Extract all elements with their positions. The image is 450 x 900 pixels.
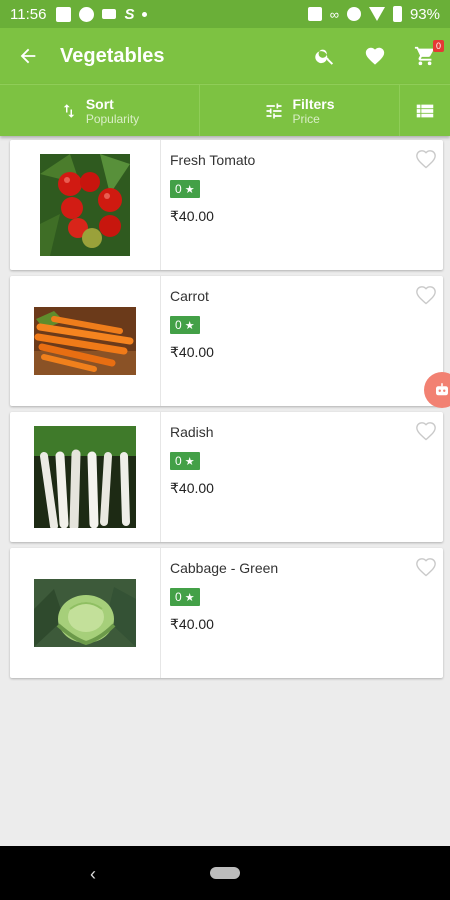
status-bar: 11:56 S ∞ 93% [0, 0, 450, 28]
nav-home-pill[interactable] [210, 867, 240, 879]
product-name: Radish [170, 424, 214, 440]
product-name: Fresh Tomato [170, 152, 256, 168]
carrot-image [34, 307, 136, 375]
wishlist-heart-icon[interactable] [415, 284, 437, 306]
product-price: ₹40.00 [170, 344, 214, 360]
wishlist-heart-icon[interactable] [415, 556, 437, 578]
nav-back-icon[interactable]: ‹ [90, 864, 96, 885]
page-title: Vegetables [60, 44, 165, 67]
chat-bot-icon [436, 383, 448, 396]
s-app-icon: S [124, 5, 135, 23]
product-name: Carrot [170, 288, 209, 304]
wishlist-heart-icon[interactable] [415, 420, 437, 442]
star-icon: ★ [184, 455, 195, 468]
star-icon: ★ [184, 183, 195, 196]
sort-label: Sort [85, 95, 114, 112]
product-image [10, 412, 161, 542]
list-view-icon [416, 104, 434, 117]
rating-value: 0 [175, 590, 182, 604]
cabbage-image [34, 579, 136, 647]
cart-button[interactable]: 0 [400, 28, 450, 84]
rating-value: 0 [175, 318, 182, 332]
product-price: ₹40.00 [170, 616, 214, 632]
vibrate-icon [307, 7, 322, 21]
product-card[interactable]: Carrot 0 ★ ₹40.00 [10, 276, 443, 406]
search-icon [315, 49, 334, 65]
status-time: 11:56 [10, 5, 47, 23]
list-view-toggle[interactable] [400, 85, 450, 136]
system-nav-bar: ‹ [0, 846, 450, 900]
rating-value: 0 [175, 454, 182, 468]
rating-badge: 0 ★ [170, 588, 200, 606]
dot-icon [142, 11, 148, 17]
wishlist-button[interactable] [350, 28, 400, 84]
search-button[interactable] [300, 28, 350, 84]
rating-badge: 0 ★ [170, 180, 200, 198]
rating-value: 0 [175, 182, 182, 196]
app-bar: Vegetables 0 [0, 28, 450, 84]
filter-value: Price [292, 111, 320, 126]
tomato-image [40, 154, 130, 256]
product-price: ₹40.00 [170, 208, 214, 224]
heart-icon [365, 47, 385, 65]
arrow-back-icon [20, 48, 36, 64]
send-icon [102, 9, 117, 19]
sort-button[interactable]: Sort Popularity [0, 85, 200, 136]
product-card[interactable]: Radish 0 ★ ₹40.00 [10, 412, 443, 542]
filter-label: Filters [292, 95, 335, 112]
battery-percent: 93% [409, 5, 440, 23]
product-card[interactable]: Cabbage - Green 0 ★ ₹40.00 [10, 548, 443, 678]
filter-tune-icon [266, 103, 282, 118]
cart-count-badge: 0 [432, 40, 444, 52]
sort-value: Popularity [85, 111, 140, 126]
star-icon: ★ [184, 591, 195, 604]
link-icon: ∞ [329, 6, 339, 22]
sort-icon [63, 103, 75, 118]
image-icon [56, 6, 72, 22]
product-name: Cabbage - Green [170, 560, 279, 576]
battery-icon [392, 6, 402, 22]
back-button[interactable] [0, 28, 56, 84]
product-price: ₹40.00 [170, 480, 214, 496]
product-image [10, 140, 161, 270]
product-image [10, 548, 161, 678]
radish-image [34, 426, 136, 528]
data-saver-icon [346, 7, 361, 21]
wishlist-heart-icon[interactable] [415, 148, 437, 170]
rating-badge: 0 ★ [170, 316, 200, 334]
rating-badge: 0 ★ [170, 452, 200, 470]
filter-button[interactable]: Filters Price [200, 85, 400, 136]
product-image [10, 276, 161, 406]
wifi-icon [368, 7, 385, 21]
facebook-icon [79, 6, 95, 22]
product-card[interactable]: Fresh Tomato 0 ★ ₹40.00 [10, 140, 443, 270]
sort-filter-bar: Sort Popularity Filters Price [0, 84, 450, 136]
star-icon: ★ [184, 319, 195, 332]
